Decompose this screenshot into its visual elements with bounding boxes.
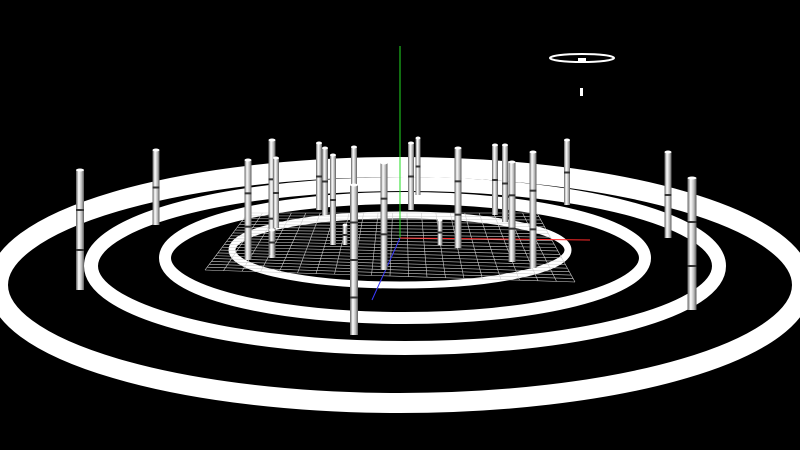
pole-joint	[330, 199, 336, 201]
pole-cap	[380, 161, 388, 165]
pole-joint	[529, 228, 537, 231]
pole-cap	[529, 150, 537, 154]
pole-body	[508, 162, 516, 262]
3d-viewport[interactable]	[0, 0, 800, 450]
pole-cap	[415, 136, 421, 140]
pole-cap	[564, 138, 570, 142]
pole[interactable]	[664, 150, 672, 239]
pole-joint	[273, 192, 279, 194]
pole-joint	[687, 265, 697, 267]
pole-joint	[350, 296, 358, 299]
poles[interactable]	[76, 136, 697, 336]
pole-cap	[322, 146, 328, 150]
pole[interactable]	[330, 153, 336, 246]
pole-joint	[269, 241, 275, 244]
pole[interactable]	[508, 160, 516, 263]
pole-joint	[508, 227, 516, 230]
pole[interactable]	[408, 141, 414, 211]
pole-joint	[76, 249, 84, 251]
pole[interactable]	[380, 161, 388, 271]
pole[interactable]	[502, 143, 508, 223]
pole-joint	[76, 209, 84, 211]
pole-body	[76, 170, 84, 290]
pole-body	[380, 163, 388, 270]
pole-cap	[351, 145, 357, 149]
pole-body	[687, 178, 697, 310]
pole[interactable]	[350, 183, 358, 336]
pole-cap	[268, 138, 276, 142]
pole-cap	[664, 150, 672, 154]
pole-cap	[330, 153, 336, 157]
pole-joint	[687, 221, 697, 223]
pole-joint	[664, 194, 672, 196]
pole-joint	[380, 233, 388, 236]
pole-joint	[244, 192, 252, 195]
pole-joint	[492, 179, 498, 181]
pole-cap	[76, 168, 84, 172]
pole-body	[454, 148, 462, 248]
pole-joint	[408, 175, 414, 178]
pole[interactable]	[437, 218, 443, 246]
pole[interactable]	[529, 150, 537, 269]
pole[interactable]	[316, 141, 322, 211]
pole-cap	[152, 148, 160, 152]
pole-cap	[687, 176, 697, 180]
pole-joint	[415, 165, 421, 168]
pole-cap	[342, 223, 348, 227]
pole-joint	[316, 175, 322, 178]
pole-cap	[408, 141, 414, 145]
pole[interactable]	[244, 158, 252, 261]
pole-joint	[380, 197, 388, 200]
pole-joint	[350, 259, 358, 261]
pole[interactable]	[152, 148, 160, 226]
pole[interactable]	[322, 146, 328, 216]
pole[interactable]	[76, 168, 84, 291]
pole-body	[529, 152, 537, 268]
floating-ring[interactable]	[549, 53, 615, 96]
pole-cap	[244, 158, 252, 162]
pole[interactable]	[415, 136, 421, 196]
pole-joint	[564, 171, 570, 174]
pole-cap	[269, 228, 275, 232]
pole[interactable]	[269, 228, 275, 256]
pole-cap	[316, 141, 322, 145]
pole-cap	[273, 156, 279, 160]
pole-joint	[322, 180, 328, 183]
pole-cap	[492, 143, 498, 147]
pole-joint	[152, 186, 160, 189]
pole[interactable]	[687, 176, 697, 311]
pole-joint	[454, 180, 462, 183]
pole[interactable]	[564, 138, 570, 206]
pole-joint	[437, 231, 443, 234]
scene-canvas[interactable]	[0, 0, 800, 450]
pole-joint	[350, 221, 358, 224]
pole-cap	[437, 218, 443, 222]
pole-joint	[244, 225, 252, 228]
pole-body	[244, 160, 252, 260]
pole-joint	[502, 182, 508, 185]
pole[interactable]	[273, 156, 279, 229]
pole-joint	[529, 189, 537, 192]
pole-cap	[502, 143, 508, 147]
pole[interactable]	[492, 143, 498, 216]
pole-cap	[350, 183, 358, 187]
pole-cap	[508, 160, 516, 164]
pole-joint	[508, 194, 516, 197]
pole-cap	[454, 146, 462, 150]
pole[interactable]	[454, 146, 462, 249]
pole[interactable]	[342, 223, 348, 246]
pole-joint	[342, 234, 348, 236]
pole-joint	[454, 213, 462, 216]
